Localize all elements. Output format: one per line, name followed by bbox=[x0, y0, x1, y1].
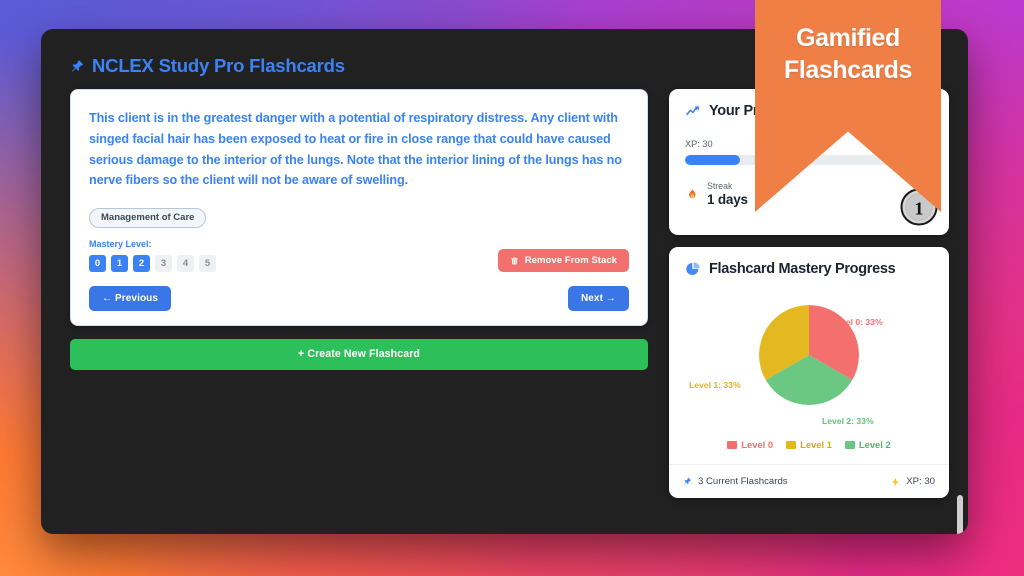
mastery-level-label: Mastery Level: bbox=[89, 239, 152, 250]
xp-stat-label: XP: 30 bbox=[906, 476, 935, 487]
next-button[interactable]: Next → bbox=[567, 286, 629, 312]
banner-line-1: Gamified bbox=[796, 24, 900, 52]
window-scrollbar[interactable] bbox=[957, 495, 963, 534]
previous-button[interactable]: ← Previous bbox=[89, 286, 172, 312]
mastery-chip-3[interactable]: 3 bbox=[155, 255, 172, 273]
mastery-row: 0 1 2 3 4 5 Remove From Stack bbox=[89, 249, 629, 273]
flashcard-text: This client is in the greatest danger wi… bbox=[89, 111, 622, 188]
mastery-chip-0[interactable]: 0 bbox=[89, 255, 106, 273]
streak-value: 1 days bbox=[707, 191, 748, 207]
mastery-chip-4[interactable]: 4 bbox=[177, 255, 194, 273]
level-badge-number: 1 bbox=[914, 199, 923, 219]
current-flashcards-stat: 3 Current Flashcards bbox=[683, 476, 788, 487]
flashcard-category-tag: Management of Care bbox=[89, 208, 207, 229]
mastery-level-chips: 0 1 2 3 4 5 bbox=[89, 255, 216, 273]
streak-label: Streak bbox=[707, 181, 733, 191]
create-new-flashcard-button[interactable]: + Create New Flashcard bbox=[70, 339, 648, 371]
current-flashcards-label: 3 Current Flashcards bbox=[698, 476, 788, 487]
pin-icon bbox=[684, 477, 691, 485]
pie-label-level-0: Level 0: 33% bbox=[831, 317, 883, 327]
flame-icon bbox=[689, 188, 696, 199]
mastery-panel-footer: 3 Current Flashcards XP: 30 bbox=[669, 464, 949, 498]
xp-progress-fill bbox=[685, 155, 740, 165]
flashcard-mastery-header: Flashcard Mastery Progress bbox=[669, 247, 949, 277]
page-title: NCLEX Study Pro Flashcards bbox=[92, 55, 345, 76]
trash-icon bbox=[510, 257, 518, 264]
pie-label-level-1: Level 1: 33% bbox=[689, 380, 741, 390]
pin-icon bbox=[71, 59, 84, 71]
mastery-chip-1[interactable]: 1 bbox=[111, 255, 128, 273]
flashcard-column: This client is in the greatest danger wi… bbox=[70, 89, 648, 371]
flashcard-mastery-panel: Flashcard Mastery Progress Level 0: 33% … bbox=[669, 247, 949, 498]
remove-from-stack-label: Remove From Stack bbox=[524, 255, 617, 267]
xp-stat: XP: 30 bbox=[891, 476, 935, 488]
mastery-chip-2[interactable]: 2 bbox=[133, 255, 150, 273]
mastery-chip-5[interactable]: 5 bbox=[199, 255, 216, 273]
remove-from-stack-button[interactable]: Remove From Stack bbox=[497, 249, 629, 273]
flashcard-mastery-title: Flashcard Mastery Progress bbox=[709, 261, 896, 277]
pie-chart-icon bbox=[686, 262, 700, 275]
bolt-icon bbox=[892, 477, 899, 486]
streak-text-group: Streak 1 days bbox=[707, 181, 748, 208]
banner-line-2: Flashcards bbox=[783, 56, 912, 84]
chart-line-icon bbox=[686, 106, 699, 116]
pie-chart-area: Level 0: 33% Level 1: 33% Level 2: 33% bbox=[669, 281, 949, 443]
app-header: NCLEX Study Pro Flashcards bbox=[70, 55, 345, 77]
flashcard-navigation: ← Previous Next → bbox=[89, 286, 629, 312]
flashcard[interactable]: This client is in the greatest danger wi… bbox=[70, 89, 648, 327]
pie-label-level-2: Level 2: 33% bbox=[822, 416, 874, 426]
